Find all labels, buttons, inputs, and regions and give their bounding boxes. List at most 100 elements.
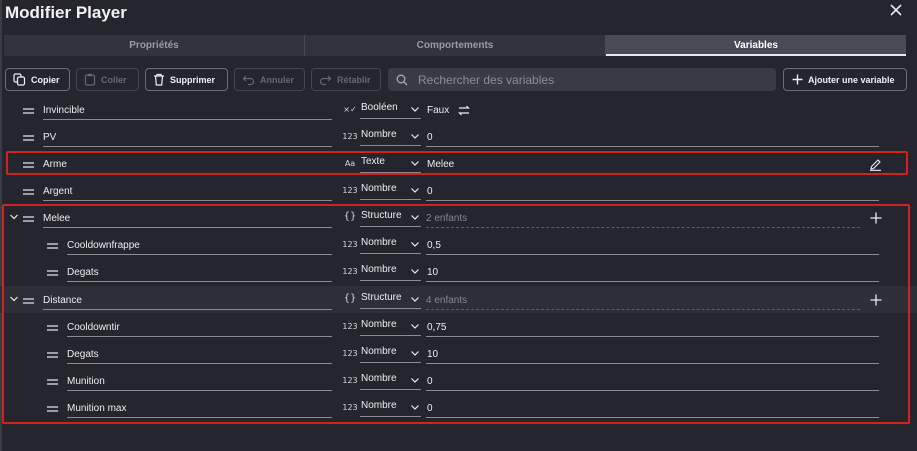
variable-row-degats-distance[interactable]: Degats 123 Nombre 10 [0, 340, 917, 367]
type-select[interactable]: Nombre [360, 373, 421, 390]
edit-pencil-icon[interactable] [869, 158, 882, 171]
variable-name[interactable]: Cooldowntir [67, 322, 332, 337]
chevron-down-icon [411, 405, 419, 410]
variable-name[interactable]: Distance [43, 295, 332, 310]
type-label: Structure [361, 292, 402, 303]
tab-variables[interactable]: Variables [606, 35, 906, 56]
undo-button[interactable]: Annuler [234, 68, 305, 91]
variable-value[interactable]: Faux [426, 105, 456, 120]
type-select[interactable]: Nombre [360, 183, 421, 200]
variable-row-arme[interactable]: Arme Aa Texte Melee [0, 150, 917, 177]
chevron-down-icon[interactable] [9, 212, 19, 222]
variable-name[interactable]: Argent [43, 186, 332, 201]
number-type-icon: 123 [342, 186, 358, 195]
add-variable-button[interactable]: Ajouter une variable [783, 68, 907, 91]
variable-row-munition[interactable]: Munition 123 Nombre 0 [0, 367, 917, 394]
variable-value[interactable]: Melee [426, 159, 860, 174]
type-label: Nombre [361, 373, 397, 384]
variable-name[interactable]: Munition max [67, 403, 332, 418]
variable-value[interactable]: 0 [426, 132, 879, 147]
copy-icon [13, 73, 26, 86]
delete-button[interactable]: Supprimer [145, 68, 228, 91]
children-count: 4 enfants [426, 295, 860, 310]
type-label: Booléen [361, 102, 398, 113]
drag-handle-icon[interactable] [47, 270, 58, 276]
undo-label: Annuler [260, 74, 295, 85]
chevron-down-icon [411, 378, 419, 383]
variable-row-melee[interactable]: Melee {} Structure 2 enfants [0, 204, 917, 231]
variable-value[interactable]: 0 [426, 403, 879, 418]
drag-handle-icon[interactable] [47, 379, 58, 385]
variable-name[interactable]: PV [43, 132, 332, 147]
variable-row-munition-max[interactable]: Munition max 123 Nombre 0 [0, 394, 917, 421]
clipboard-icon [84, 73, 96, 86]
variable-row-degats[interactable]: Degats 123 Nombre 10 [0, 258, 917, 285]
number-type-icon: 123 [342, 376, 358, 385]
search-input[interactable] [418, 72, 758, 87]
type-select[interactable]: Nombre [360, 237, 421, 254]
variable-row-distance[interactable]: Distance {} Structure 4 enfants [0, 286, 917, 313]
type-select[interactable]: Texte [360, 156, 421, 173]
toggle-swap-icon[interactable] [458, 105, 470, 116]
variable-name[interactable]: Cooldownfrappe [67, 240, 332, 255]
drag-handle-icon[interactable] [47, 352, 58, 358]
drag-handle-icon[interactable] [47, 243, 58, 249]
type-select[interactable]: Structure [360, 210, 421, 227]
drag-handle-icon[interactable] [23, 135, 34, 141]
type-select[interactable]: Nombre [360, 319, 421, 336]
drag-handle-icon[interactable] [23, 108, 34, 114]
copy-label: Copier [31, 74, 60, 85]
chevron-down-icon[interactable] [9, 294, 19, 304]
redo-icon [319, 75, 332, 85]
chevron-down-icon [411, 351, 419, 356]
tab-behaviors[interactable]: Comportements [305, 35, 606, 56]
add-child-plus-icon[interactable] [870, 294, 882, 306]
type-select[interactable]: Booléen [360, 102, 421, 119]
variable-value[interactable]: 10 [426, 267, 879, 282]
drag-handle-icon[interactable] [23, 298, 34, 304]
variable-name[interactable]: Melee [43, 213, 332, 228]
variable-row-argent[interactable]: Argent 123 Nombre 0 [0, 177, 917, 204]
plus-icon [792, 74, 803, 85]
type-select[interactable]: Nombre [360, 346, 421, 363]
chevron-down-icon [411, 269, 419, 274]
tab-properties[interactable]: Propriétés [4, 35, 305, 56]
boolean-type-icon: ×✓ [343, 105, 357, 114]
paste-button[interactable]: Coller [76, 68, 139, 91]
variable-row-invincible[interactable]: Invincible ×✓ Booléen Faux [0, 96, 917, 123]
type-select[interactable]: Nombre [360, 264, 421, 281]
type-select[interactable]: Nombre [360, 400, 421, 417]
drag-handle-icon[interactable] [47, 325, 58, 331]
variable-name[interactable]: Munition [67, 376, 332, 391]
search-icon [396, 74, 408, 85]
type-label: Nombre [361, 400, 397, 411]
variable-row-pv[interactable]: PV 123 Nombre 0 [0, 123, 917, 150]
variable-name[interactable]: Arme [43, 159, 332, 174]
variable-name[interactable]: Invincible [43, 105, 332, 120]
drag-handle-icon[interactable] [23, 216, 34, 222]
variable-name[interactable]: Degats [67, 267, 332, 282]
drag-handle-icon[interactable] [23, 162, 34, 168]
number-type-icon: 123 [342, 403, 358, 412]
close-icon[interactable] [889, 3, 903, 17]
variable-row-cooldowntir[interactable]: Cooldowntir 123 Nombre 0,75 [0, 313, 917, 340]
variable-value[interactable]: 0 [426, 376, 879, 391]
drag-handle-icon[interactable] [23, 189, 34, 195]
paste-label: Coller [101, 74, 127, 85]
title-bar: Modifier Player [0, 0, 917, 28]
chevron-down-icon [411, 324, 419, 329]
variable-value[interactable]: 0 [426, 186, 879, 201]
type-select[interactable]: Structure [360, 292, 421, 309]
variable-value[interactable]: 0,5 [426, 240, 879, 255]
copy-button[interactable]: Copier [5, 68, 70, 91]
redo-button[interactable]: Rétablir [311, 68, 381, 91]
type-label: Nombre [361, 237, 397, 248]
variable-value[interactable]: 0,75 [426, 322, 879, 337]
variable-name[interactable]: Degats [67, 349, 332, 364]
drag-handle-icon[interactable] [47, 406, 58, 412]
number-type-icon: 123 [342, 240, 358, 249]
variable-value[interactable]: 10 [426, 349, 879, 364]
add-child-plus-icon[interactable] [870, 212, 882, 224]
variable-row-cooldownfrappe[interactable]: Cooldownfrappe 123 Nombre 0,5 [0, 231, 917, 258]
type-select[interactable]: Nombre [360, 129, 421, 146]
